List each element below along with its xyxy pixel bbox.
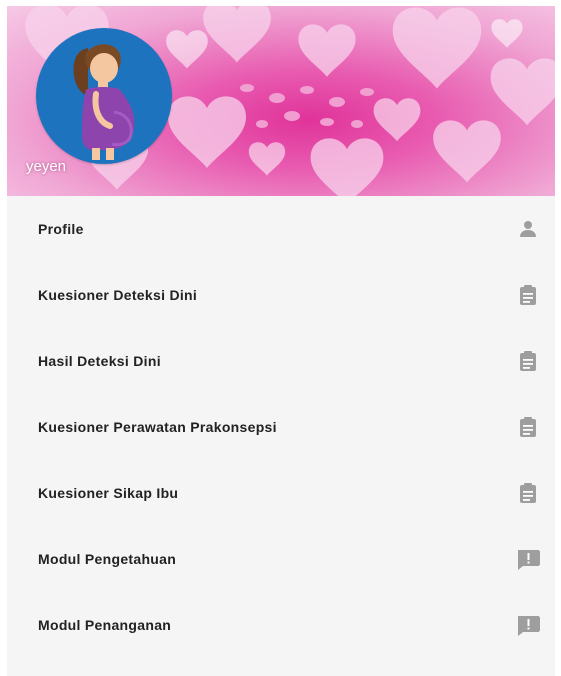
menu-item-label: Modul Penanganan [38,617,172,633]
menu-item-label: Hasil Deteksi Dini [38,353,161,369]
clipboard-icon [515,282,541,308]
menu-item-label: Kuesioner Sikap Ibu [38,485,179,501]
clipboard-icon [515,480,541,506]
person-icon [515,216,541,242]
menu-item-label: Kuesioner Deteksi Dini [38,287,198,303]
navigation-drawer: yeyen Profile Kuesioner Deteksi Dini Has… [7,6,555,676]
menu-item-kuesioner-deteksi-dini[interactable]: Kuesioner Deteksi Dini [7,262,555,328]
username: yeyen [26,158,67,175]
menu-item-label: Profile [38,221,84,237]
drawer-menu: Profile Kuesioner Deteksi Dini Hasil Det… [7,196,555,658]
drawer-header: yeyen [7,6,555,196]
menu-item-label: Kuesioner Perawatan Prakonsepsi [38,419,277,435]
pregnant-woman-icon [73,44,135,160]
menu-item-kuesioner-perawatan-prakonsepsi[interactable]: Kuesioner Perawatan Prakonsepsi [7,394,555,460]
menu-item-hasil-deteksi-dini[interactable]: Hasil Deteksi Dini [7,328,555,394]
clipboard-icon [515,414,541,440]
feedback-icon [515,612,541,638]
menu-item-modul-penanganan[interactable]: Modul Penanganan [7,592,555,658]
avatar[interactable] [36,28,172,164]
menu-item-modul-pengetahuan[interactable]: Modul Pengetahuan [7,526,555,592]
menu-item-profile[interactable]: Profile [7,196,555,262]
menu-item-kuesioner-sikap-ibu[interactable]: Kuesioner Sikap Ibu [7,460,555,526]
clipboard-icon [515,348,541,374]
menu-item-label: Modul Pengetahuan [38,551,177,567]
feedback-icon [515,546,541,572]
